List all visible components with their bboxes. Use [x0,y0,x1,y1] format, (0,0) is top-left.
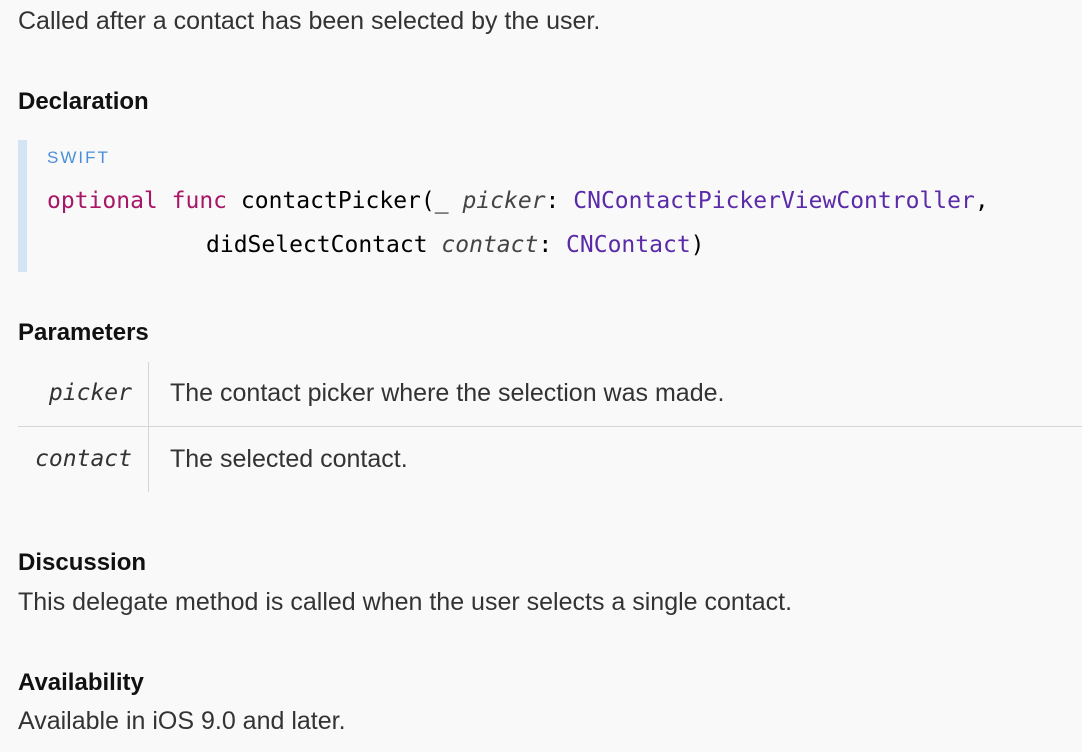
argument-label: didSelectContact [206,232,442,258]
keyword-optional: optional [47,188,158,214]
colon: : [545,188,574,214]
method-summary: Called after a contact has been selected… [18,7,601,35]
parameters-row-divider [18,426,1082,427]
availability-heading: Availability [18,669,144,696]
keyword-func: func [171,188,228,214]
param-name-contact: contact [441,232,539,258]
code-block-accent-bar [18,140,27,272]
type-link-cncontact[interactable]: CNContact [566,232,691,258]
code-line-1: optional func contactPicker(_ picker: CN… [47,186,989,216]
declaration-heading: Declaration [18,88,149,115]
comma: , [974,188,989,214]
code-language-label: SWIFT [47,148,110,167]
param-name-picker: picker [462,188,546,214]
discussion-text: This delegate method is called when the … [18,588,793,616]
discussion-heading: Discussion [18,549,147,576]
parameter-description: The contact picker where the selection w… [170,379,725,407]
type-link-cncontactpickerviewcontroller[interactable]: CNContactPickerViewController [573,188,975,214]
method-name: contactPicker(_ [240,188,463,214]
parameter-description: The selected contact. [170,445,408,473]
parameter-name: picker [48,380,132,406]
declaration-code-block: SWIFT optional func contactPicker(_ pick… [18,140,1058,272]
close-paren: ) [690,232,705,258]
code-line-2: didSelectContact contact: CNContact) [206,230,705,260]
parameters-table: picker The contact picker where the sele… [18,362,1082,492]
colon: : [538,232,567,258]
parameters-column-divider [148,362,149,492]
parameter-name: contact [35,446,132,472]
parameters-heading: Parameters [18,319,149,346]
availability-text: Available in iOS 9.0 and later. [18,707,346,735]
